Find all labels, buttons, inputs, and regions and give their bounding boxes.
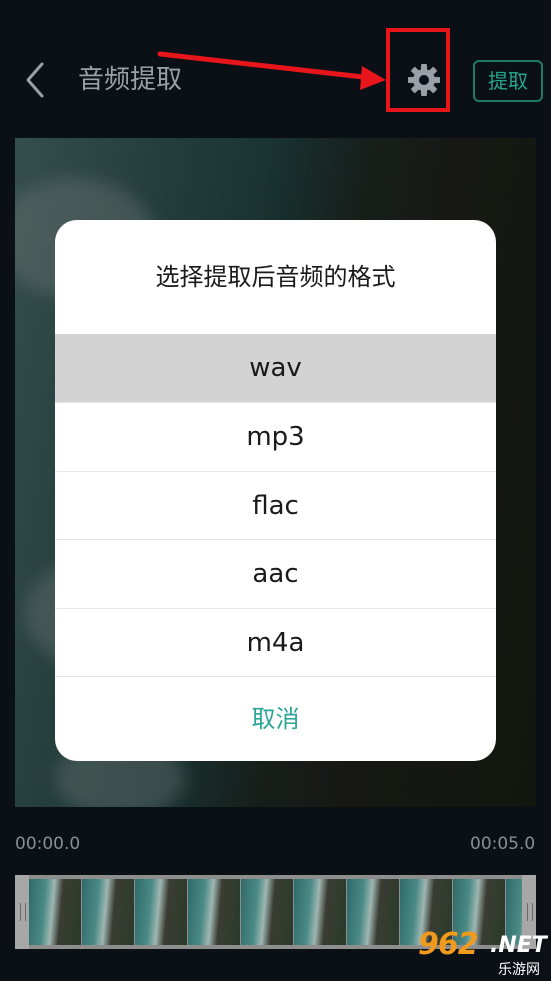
chevron-left-icon [26,62,44,98]
back-button[interactable] [18,58,54,102]
cancel-button[interactable]: 取消 [55,676,496,761]
frame-thumbnail [82,879,134,945]
frame-thumbnail [241,879,293,945]
frame-thumbnail [347,879,399,945]
format-option-wav[interactable]: wav [55,334,496,402]
extract-button[interactable]: 提取 [473,60,543,102]
watermark-logo: 962 .NET 乐游网 [410,927,548,978]
timeline-end-time: 00:05.0 [470,834,536,854]
frame-thumbnail [294,879,346,945]
frame-thumbnail [188,879,240,945]
timeline-start-time: 00:00.0 [15,834,81,854]
trim-handle-left[interactable] [15,875,29,949]
watermark-sub: 乐游网 [498,962,540,978]
format-option-mp3[interactable]: mp3 [55,402,496,470]
format-option-flac[interactable]: flac [55,471,496,539]
annotation-highlight-box [386,28,450,112]
watermark-suffix: .NET [490,933,547,958]
annotation-arrow [157,51,386,90]
dialog-title: 选择提取后音频的格式 [155,263,396,291]
frame-thumbnail [29,879,81,945]
app-screen: 音频提取 提取 选择提取后音频的格式 wav mp3 flac aac m4a … [0,0,551,981]
format-option-m4a[interactable]: m4a [55,608,496,676]
format-dialog: 选择提取后音频的格式 wav mp3 flac aac m4a 取消 [55,220,496,761]
frame-thumbnail [135,879,187,945]
watermark-main: 962 [418,927,479,962]
format-option-aac[interactable]: aac [55,539,496,607]
